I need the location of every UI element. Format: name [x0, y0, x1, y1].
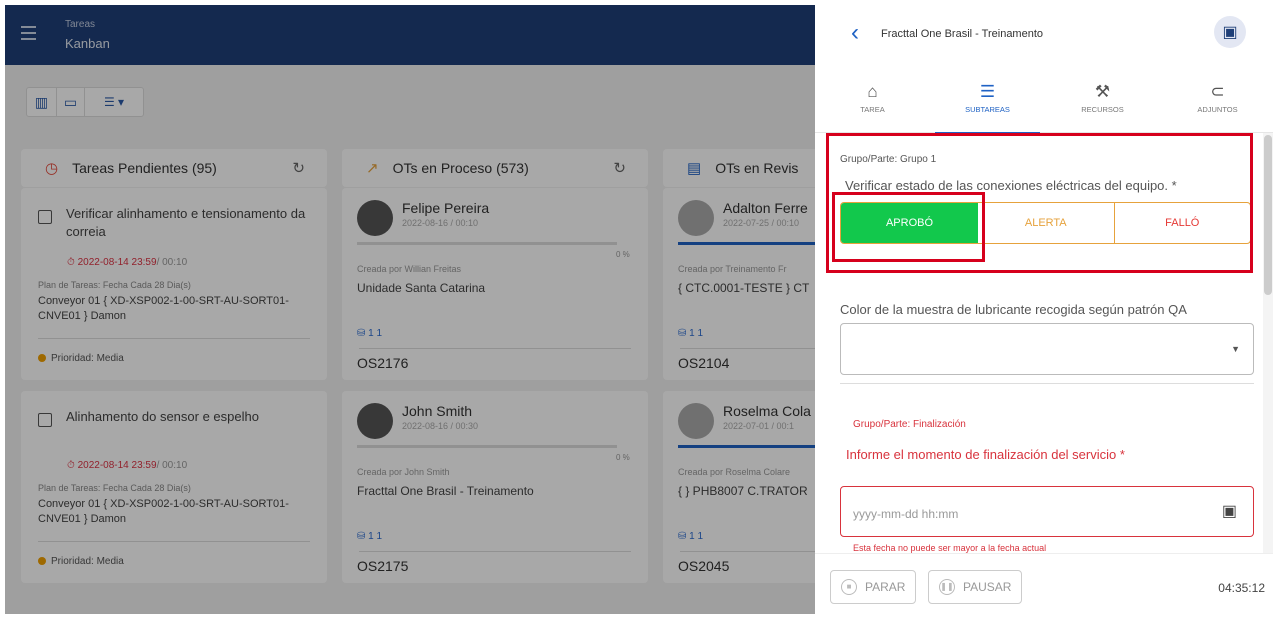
divider [840, 383, 1254, 384]
calendar-icon[interactable]: ▣ [1222, 501, 1237, 521]
timer: 04:35:12 [1218, 581, 1265, 595]
task-detail-panel: ‹ Fracttal One Brasil - Treinamento ▣ ⌂ … [815, 5, 1273, 614]
back-arrow-icon[interactable]: ‹ [851, 19, 859, 47]
color-select[interactable]: ▼ [840, 323, 1254, 375]
modal-overlay[interactable] [5, 5, 815, 614]
app: Tareas Kanban ▥ ▭ ☰ ▾ ◷ Tareas Pendiente… [5, 5, 1273, 614]
panel-tabs: ⌂ TAREA ☰ SUBTAREAS ⚒ RECURSOS ⊂ ADJUNTO… [815, 75, 1273, 134]
tab-subtareas[interactable]: ☰ SUBTAREAS [930, 75, 1045, 134]
highlight-box [832, 192, 985, 262]
tab-tarea[interactable]: ⌂ TAREA [815, 75, 930, 133]
stop-icon: ■ [841, 579, 857, 595]
datetime-placeholder: yyyy-mm-dd hh:mm [853, 507, 959, 521]
scrollbar-thumb[interactable] [1264, 135, 1272, 295]
subtask-question: Color de la muestra de lubricante recogi… [840, 302, 1187, 317]
chevron-down-icon: ▼ [1231, 344, 1240, 354]
home-icon: ⌂ [867, 82, 878, 101]
wrench-icon: ⚒ [1094, 82, 1111, 101]
stop-button[interactable]: ■ PARAR [830, 570, 917, 604]
tab-recursos[interactable]: ⚒ RECURSOS [1045, 75, 1160, 133]
panel-footer: ■ PARAR ❚❚ PAUSAR 04:35:12 [815, 553, 1273, 614]
pause-icon: ❚❚ [939, 579, 955, 595]
group-label: Grupo/Parte: Finalización [853, 419, 966, 430]
checklist-icon: ☰ [979, 82, 996, 101]
tab-adjuntos[interactable]: ⊂ ADJUNTOS [1160, 75, 1273, 133]
error-message: Esta fecha no puede ser mayor a la fecha… [853, 543, 1047, 553]
save-icon[interactable]: ▣ [1214, 16, 1246, 48]
pause-button[interactable]: ❚❚ PAUSAR [928, 570, 1023, 604]
paperclip-icon: ⊂ [1210, 82, 1225, 101]
datetime-field[interactable]: yyyy-mm-dd hh:mm ▣ [840, 486, 1254, 537]
panel-title: Fracttal One Brasil - Treinamento [881, 28, 1044, 40]
subtask-question: Informe el momento de finalización del s… [846, 447, 1125, 462]
